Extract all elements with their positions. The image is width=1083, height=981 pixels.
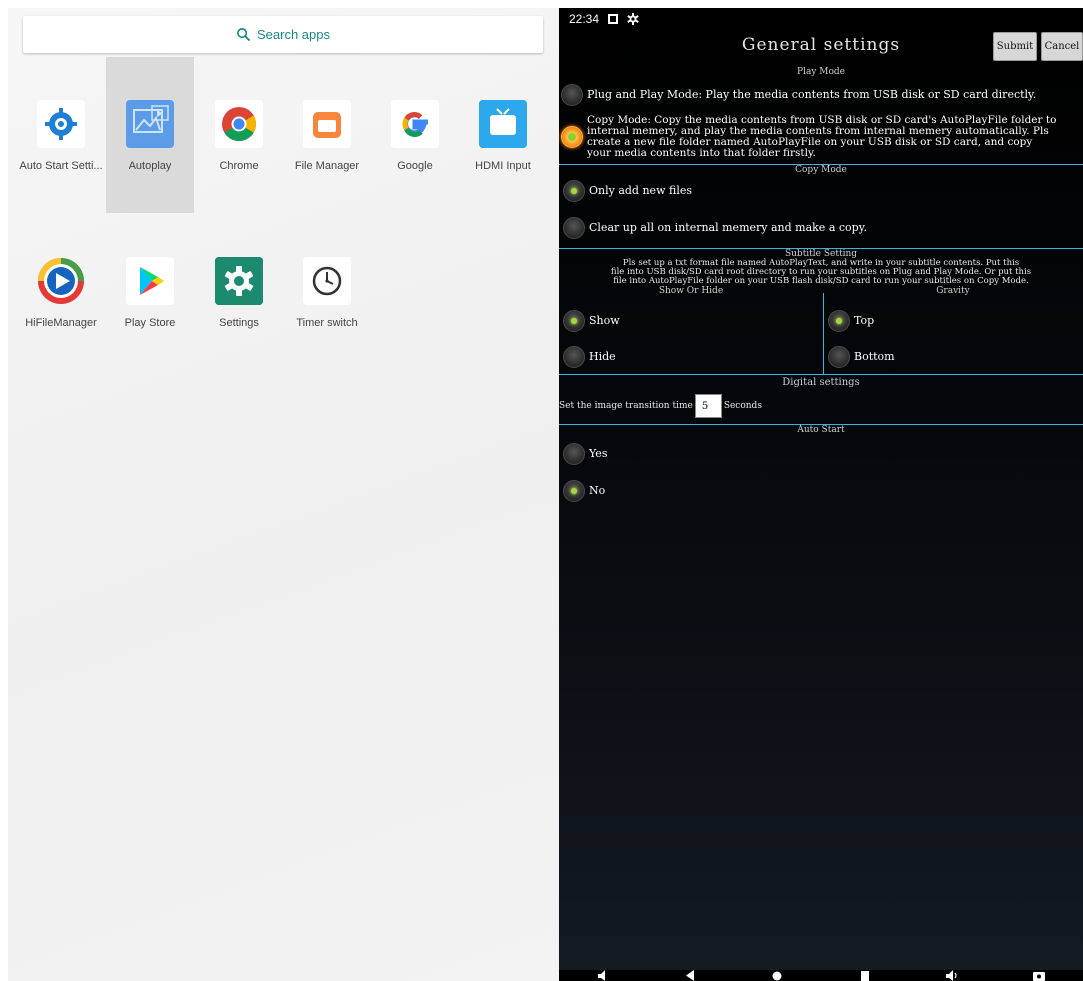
back-icon bbox=[685, 970, 694, 981]
app-label: Settings bbox=[219, 317, 259, 329]
copy-mode-label: Copy Mode: Copy the media contents from … bbox=[587, 115, 1083, 159]
app-hifilemanager[interactable]: HiFileManager bbox=[17, 214, 105, 370]
seconds-label: Seconds bbox=[723, 401, 762, 411]
play-mode-header: Play Mode bbox=[797, 67, 845, 77]
copy-mode-header: Copy Mode bbox=[795, 165, 847, 175]
settings-gear-icon bbox=[215, 257, 263, 305]
app-drawer: Search apps Auto Start Setti... Autoplay bbox=[8, 8, 559, 981]
screenshot-button[interactable] bbox=[1032, 970, 1046, 981]
transition-time-input[interactable] bbox=[694, 394, 722, 418]
volume-down-icon bbox=[597, 970, 605, 981]
app-chrome[interactable]: Chrome bbox=[195, 57, 283, 213]
subtitle-line: file into AutoPlayFile folder on your US… bbox=[613, 276, 1029, 286]
app-settings[interactable]: Settings bbox=[195, 214, 283, 370]
back-button[interactable] bbox=[683, 970, 697, 981]
app-file-manager[interactable]: File Manager bbox=[283, 57, 371, 213]
volume-up-icon bbox=[945, 970, 957, 981]
plug-and-play-label: Plug and Play Mode: Play the media conte… bbox=[587, 88, 1037, 101]
autoplay-icon bbox=[126, 100, 174, 148]
only-add-new-files-option[interactable]: Only add new files bbox=[563, 180, 692, 202]
hide-option[interactable]: Hide bbox=[563, 346, 616, 368]
hide-label: Hide bbox=[589, 350, 616, 363]
camera-icon bbox=[1033, 972, 1046, 981]
settings-notification-icon bbox=[627, 13, 639, 25]
copy-mode-line: your media contents into that folder fir… bbox=[587, 147, 816, 159]
search-apps-bar[interactable]: Search apps bbox=[23, 16, 543, 53]
digital-settings-header: Digital settings bbox=[782, 377, 860, 388]
chrome-icon bbox=[215, 100, 263, 148]
status-time: 22:34 bbox=[569, 12, 600, 26]
auto-start-no-option[interactable]: No bbox=[563, 480, 605, 502]
transition-time-label: Set the image transition time bbox=[559, 401, 693, 411]
navigation-bar bbox=[559, 970, 1083, 981]
volume-down-button[interactable] bbox=[596, 970, 610, 981]
only-add-new-files-label: Only add new files bbox=[589, 184, 692, 197]
app-label: Chrome bbox=[219, 160, 259, 172]
auto-start-no-radio[interactable] bbox=[563, 480, 585, 502]
clear-up-all-label: Clear up all on internal memery and make… bbox=[589, 221, 867, 234]
copy-mode-radio[interactable] bbox=[561, 126, 583, 148]
app-label: Timer switch bbox=[296, 317, 358, 329]
hifilemanager-icon bbox=[37, 257, 85, 305]
app-auto-start-settings[interactable]: Auto Start Setti... bbox=[17, 57, 105, 213]
search-icon bbox=[237, 28, 251, 42]
image-notification-icon bbox=[608, 14, 619, 24]
show-or-hide-header: Show Or Hide bbox=[658, 286, 724, 296]
bottom-option[interactable]: Bottom bbox=[828, 346, 895, 368]
top-option[interactable]: Top bbox=[828, 310, 874, 332]
submit-button[interactable]: Submit bbox=[993, 32, 1037, 61]
subtitle-description: Pls set up a txt format file named AutoP… bbox=[559, 259, 1083, 286]
hdmi-input-icon bbox=[479, 100, 527, 148]
show-option[interactable]: Show bbox=[563, 310, 620, 332]
section-divider bbox=[559, 374, 1083, 375]
hide-radio[interactable] bbox=[563, 346, 585, 368]
app-label: File Manager bbox=[294, 160, 360, 172]
volume-up-button[interactable] bbox=[945, 970, 959, 981]
search-apps-label: Search apps bbox=[257, 27, 330, 42]
app-label: HDMI Input bbox=[475, 160, 531, 172]
clear-up-all-radio[interactable] bbox=[563, 217, 585, 239]
show-radio[interactable] bbox=[563, 310, 585, 332]
google-icon bbox=[391, 100, 439, 148]
app-google[interactable]: Google bbox=[371, 57, 459, 213]
plug-and-play-option[interactable]: Plug and Play Mode: Play the media conte… bbox=[561, 84, 1036, 106]
top-label: Top bbox=[854, 314, 875, 327]
auto-start-yes-label: Yes bbox=[589, 447, 608, 460]
bottom-label: Bottom bbox=[854, 350, 895, 363]
home-icon bbox=[772, 971, 782, 981]
app-label: Google bbox=[397, 160, 433, 172]
app-hdmi-input[interactable]: HDMI Input bbox=[459, 57, 547, 213]
column-divider bbox=[823, 293, 824, 374]
auto-start-yes-option[interactable]: Yes bbox=[563, 443, 607, 465]
app-label: Auto Start Setti... bbox=[19, 160, 103, 172]
auto-start-settings-icon bbox=[37, 100, 85, 148]
show-label: Show bbox=[589, 314, 620, 327]
timer-clock-icon bbox=[303, 257, 351, 305]
status-bar: 22:34 bbox=[559, 8, 1083, 30]
clear-up-all-option[interactable]: Clear up all on internal memery and make… bbox=[563, 217, 867, 239]
file-manager-icon bbox=[303, 100, 351, 148]
play-store-icon bbox=[126, 257, 174, 305]
auto-start-yes-radio[interactable] bbox=[563, 443, 585, 465]
auto-start-header: Auto Start bbox=[797, 425, 845, 435]
app-timer-switch[interactable]: Timer switch bbox=[283, 214, 371, 370]
copy-mode-option[interactable] bbox=[561, 126, 583, 148]
app-label: Play Store bbox=[124, 317, 176, 329]
app-label: Autoplay bbox=[128, 160, 172, 172]
recents-icon bbox=[860, 971, 869, 981]
app-autoplay[interactable]: Autoplay bbox=[106, 57, 194, 213]
home-button[interactable] bbox=[770, 970, 784, 981]
general-settings-screen: 22:34 General settings Submit Cancel Pla… bbox=[559, 8, 1083, 981]
auto-start-no-label: No bbox=[589, 484, 606, 497]
app-label: HiFileManager bbox=[25, 317, 97, 329]
plug-and-play-radio[interactable] bbox=[561, 84, 583, 106]
gravity-header: Gravity bbox=[936, 286, 970, 296]
bottom-radio[interactable] bbox=[828, 346, 850, 368]
top-radio[interactable] bbox=[828, 310, 850, 332]
cancel-button[interactable]: Cancel bbox=[1041, 32, 1083, 61]
only-add-new-files-radio[interactable] bbox=[563, 180, 585, 202]
app-play-store[interactable]: Play Store bbox=[106, 214, 194, 370]
recents-button[interactable] bbox=[858, 970, 872, 981]
transition-time-row: Set the image transition time Seconds bbox=[559, 394, 762, 418]
